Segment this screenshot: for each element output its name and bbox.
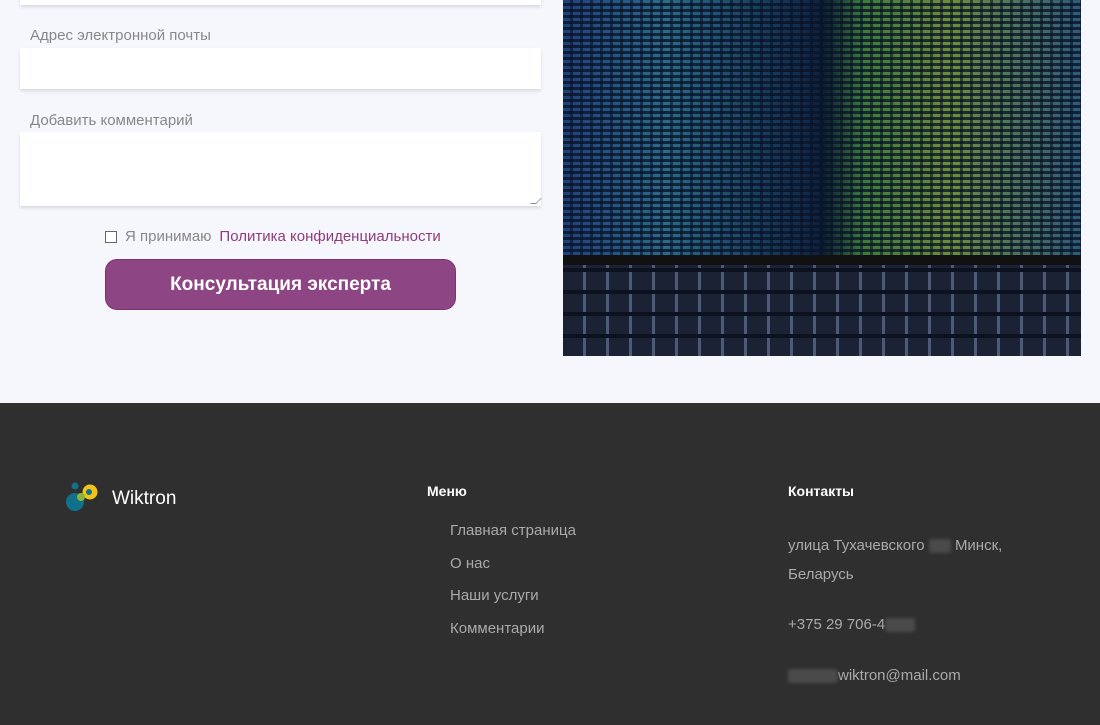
comment-label: Добавить комментарий bbox=[30, 112, 193, 129]
email[interactable]: wiktron@mail.com bbox=[788, 661, 961, 690]
menu-title: Меню bbox=[427, 483, 467, 499]
name-input[interactable] bbox=[20, 0, 541, 5]
redacted bbox=[788, 669, 838, 684]
code-laptop-image bbox=[563, 0, 1081, 356]
laptop-bezel bbox=[563, 255, 1081, 265]
comment-textarea[interactable] bbox=[20, 132, 542, 206]
contacts-title: Контакты bbox=[788, 483, 855, 499]
consent-row: Я принимаю Политика конфиденциальности bbox=[105, 228, 441, 245]
consent-text: Я принимаю bbox=[125, 228, 212, 245]
phone-number: +375 29 706-4 bbox=[788, 616, 886, 633]
resize-handle-icon[interactable] bbox=[530, 198, 542, 204]
redacted bbox=[928, 539, 951, 554]
email-input[interactable] bbox=[20, 48, 541, 89]
laptop-keyboard bbox=[563, 265, 1081, 356]
wiktron-logo-icon bbox=[66, 482, 98, 511]
address: улица Тухачевского Минск, Беларусь bbox=[788, 531, 1002, 589]
phone[interactable]: +375 29 706-4 bbox=[788, 610, 916, 639]
email-label: Адрес электронной почты bbox=[30, 27, 211, 44]
address-city: Минск, bbox=[954, 537, 1003, 554]
menu-item-about[interactable]: О нас bbox=[450, 555, 490, 572]
menu-item-comments[interactable]: Комментарии bbox=[450, 620, 544, 637]
address-street: улица Тухачевского bbox=[788, 537, 925, 554]
menu-item-home[interactable]: Главная страница bbox=[450, 522, 576, 539]
address-country: Беларусь bbox=[788, 566, 854, 583]
footer-logo[interactable]: Wiktron bbox=[66, 482, 176, 516]
redacted bbox=[885, 618, 916, 633]
email-address: wiktron@mail.com bbox=[838, 667, 961, 684]
consent-checkbox[interactable] bbox=[105, 230, 117, 243]
privacy-policy-link[interactable]: Политика конфиденциальности bbox=[219, 228, 440, 245]
brand-name: Wiktron bbox=[112, 488, 177, 509]
expert-consultation-button[interactable]: Консультация эксперта bbox=[105, 259, 456, 310]
menu-item-services[interactable]: Наши услуги bbox=[450, 587, 539, 604]
code-screen bbox=[563, 0, 1081, 255]
